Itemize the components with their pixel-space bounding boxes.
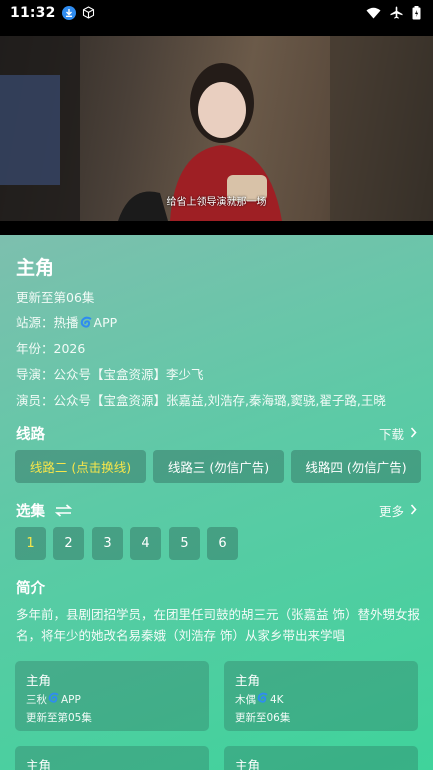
episodes-heading: 选集 xyxy=(16,500,72,521)
episode-button[interactable]: 1 xyxy=(15,527,46,560)
card-source-name: 三秋 xyxy=(26,694,47,706)
line-button-4[interactable]: 线路四 (勿信广告) xyxy=(291,450,421,483)
swirl-logo-icon xyxy=(48,692,60,707)
cast-info: 演员：公众号【宝盒资源】张嘉益,刘浩存,秦海璐,窦骁,翟子路,王晓 xyxy=(16,393,386,408)
site-name: 热播 xyxy=(53,315,79,330)
line-button-2[interactable]: 线路二 (点击换线) xyxy=(15,450,146,483)
card-source-suffix: APP xyxy=(61,693,81,706)
status-bar: 11:32 xyxy=(0,0,433,25)
card-source: 三秋 APP xyxy=(26,692,198,707)
card-source-suffix: 4K xyxy=(270,693,284,706)
site-suffix: APP xyxy=(93,315,118,330)
site-source: 站源：热播 APP xyxy=(16,312,117,332)
related-card[interactable]: 主角 xyxy=(15,746,209,770)
line-button-3[interactable]: 线路三 (勿信广告) xyxy=(153,450,284,483)
card-title: 主角 xyxy=(235,758,261,770)
wifi-icon xyxy=(366,7,381,19)
cube-notification-icon xyxy=(82,6,95,19)
related-card[interactable]: 主角 xyxy=(224,746,418,770)
episode-button[interactable]: 5 xyxy=(169,527,200,560)
card-title: 主角 xyxy=(26,673,52,688)
card-title: 主角 xyxy=(235,673,261,688)
card-source-name: 木偶 xyxy=(235,694,256,706)
director-info: 导演：公众号【宝盒资源】李少飞 xyxy=(16,367,204,382)
download-notification-icon xyxy=(61,5,76,20)
related-card[interactable]: 主角 三秋 APP 更新至第05集 xyxy=(15,661,209,731)
episode-button[interactable]: 3 xyxy=(92,527,123,560)
more-episodes-link[interactable]: 更多 xyxy=(379,501,417,520)
intro-text: 多年前，县剧团招学员，在团里任司鼓的胡三元（张嘉益 饰）替外甥女报名，将年少的她… xyxy=(16,607,420,643)
download-link[interactable]: 下载 xyxy=(379,424,417,443)
episode-button[interactable]: 4 xyxy=(130,527,161,560)
update-status: 更新至第06集 xyxy=(16,290,95,305)
video-player[interactable]: 给省上领导演就那一场 xyxy=(0,25,433,235)
lines-heading: 线路 xyxy=(16,427,45,443)
swirl-logo-icon xyxy=(257,692,269,707)
year-info: 年份：2026 xyxy=(16,341,86,356)
status-time: 11:32 xyxy=(10,4,56,21)
card-title: 主角 xyxy=(26,758,52,770)
video-subtitle: 给省上领导演就那一场 xyxy=(166,197,267,208)
episodes-title: 选集 xyxy=(16,504,45,520)
swirl-logo-icon xyxy=(80,316,93,332)
site-label: 站源： xyxy=(16,315,54,330)
episode-button[interactable]: 6 xyxy=(207,527,238,560)
battery-icon xyxy=(412,5,421,20)
card-update: 更新至06集 xyxy=(235,712,291,724)
card-source: 木偶 4K xyxy=(235,692,407,707)
chevron-right-icon xyxy=(410,426,417,441)
swap-order-icon[interactable] xyxy=(55,504,72,517)
more-label: 更多 xyxy=(378,504,404,519)
letterbox-bottom xyxy=(0,221,433,235)
detail-panel: 主角 更新至第06集 站源：热播 APP 年份：2026 导演：公众号【宝盒资源】… xyxy=(0,235,433,770)
card-update: 更新至第05集 xyxy=(26,712,92,724)
chevron-right-icon xyxy=(410,503,417,518)
airplane-mode-icon xyxy=(390,6,403,19)
show-title: 主角 xyxy=(16,257,55,279)
intro-heading: 简介 xyxy=(16,581,45,597)
related-card[interactable]: 主角 木偶 4K 更新至06集 xyxy=(224,661,418,731)
download-label: 下载 xyxy=(378,427,404,442)
status-icons xyxy=(366,5,421,20)
episode-button[interactable]: 2 xyxy=(53,527,84,560)
